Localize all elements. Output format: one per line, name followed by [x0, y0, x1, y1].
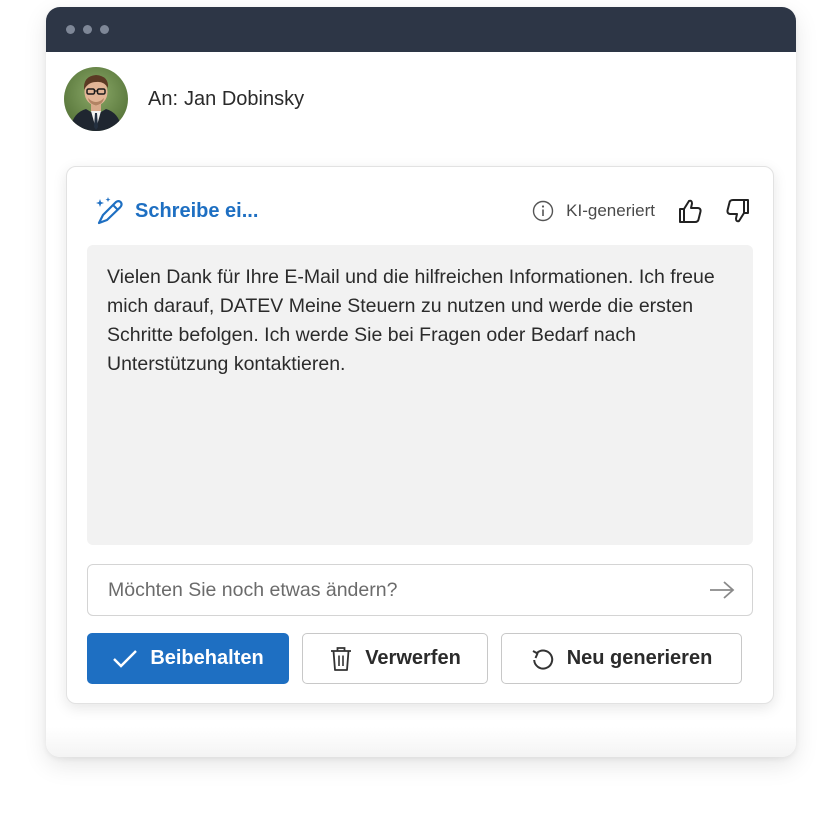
card-header: Schreibe ei... KI-generiert: [95, 191, 753, 231]
thumbs-up-button[interactable]: [675, 196, 705, 226]
thumbs-down-icon: [726, 199, 749, 223]
checkmark-icon: [113, 649, 138, 668]
recipient-row: An: Jan Dobinsky: [64, 67, 304, 131]
window-dot-maximize[interactable]: [100, 25, 109, 34]
draft-text[interactable]: Vielen Dank für Ihre E-Mail und die hilf…: [87, 245, 753, 545]
arrow-right-icon: [710, 581, 735, 599]
keep-button[interactable]: Beibehalten: [87, 633, 289, 684]
action-bar: Beibehalten Verwerfen Neu generieren: [87, 633, 742, 684]
window-dot-minimize[interactable]: [83, 25, 92, 34]
trash-icon: [331, 646, 352, 671]
window-footer: [46, 727, 796, 757]
draft-title[interactable]: Schreibe ei...: [95, 196, 258, 226]
ai-draft-card: Schreibe ei... KI-generiert Vielen Dank …: [66, 166, 774, 704]
recipient-name: Jan Dobinsky: [184, 87, 305, 110]
person-photo-icon: [70, 75, 122, 131]
refresh-icon: [532, 649, 553, 669]
draft-title-label: Schreibe ei...: [135, 199, 259, 222]
pen-sparkle-icon: [96, 197, 123, 225]
window-dot-close[interactable]: [66, 25, 75, 34]
thumbs-down-button[interactable]: [723, 196, 753, 226]
regenerate-label: Neu generieren: [566, 647, 713, 669]
thumbs-up-icon: [679, 199, 702, 223]
regenerate-button[interactable]: Neu generieren: [501, 633, 742, 684]
refine-input[interactable]: [88, 577, 692, 603]
refine-field[interactable]: [87, 564, 753, 616]
keep-label: Beibehalten: [150, 647, 264, 669]
ai-generated-badge: KI-generiert: [532, 200, 655, 222]
titlebar: [46, 7, 796, 52]
info-icon: [532, 200, 554, 222]
discard-button[interactable]: Verwerfen: [302, 633, 488, 684]
discard-label: Verwerfen: [365, 647, 461, 669]
ai-generated-label: KI-generiert: [566, 201, 655, 220]
recipient-label: An: Jan Dobinsky: [148, 88, 304, 111]
recipient-prefix: An:: [148, 87, 179, 110]
avatar: [64, 67, 128, 131]
send-button[interactable]: [692, 565, 752, 615]
